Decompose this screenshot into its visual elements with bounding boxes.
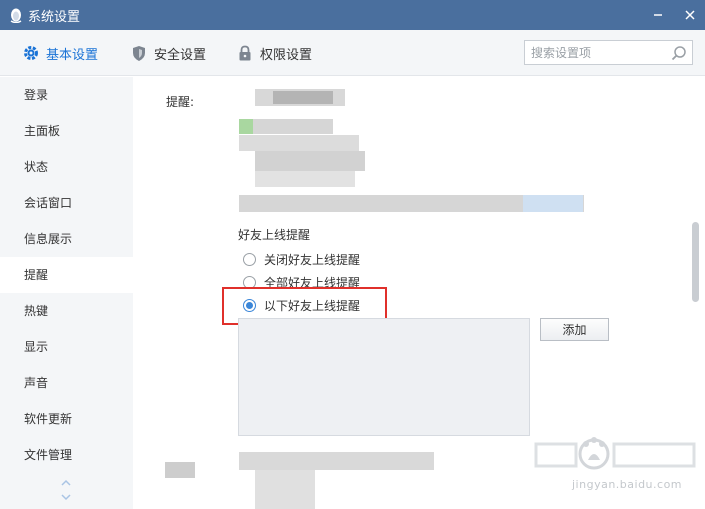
sidebar-item-reminder[interactable]: 提醒 <box>0 257 133 293</box>
penguin-icon <box>8 6 24 24</box>
search-box[interactable] <box>524 40 693 65</box>
friend-online-title: 好友上线提醒 <box>238 228 311 242</box>
sidebar-scroll-arrows[interactable] <box>58 475 74 505</box>
chevron-up-down-icon <box>61 479 71 501</box>
close-button[interactable] <box>681 6 699 24</box>
window-title: 系统设置 <box>28 9 81 25</box>
sidebar-item-file-management[interactable]: 文件管理 <box>0 437 133 473</box>
lock-icon <box>236 44 254 62</box>
sidebar: 登录 主面板 状态 会话窗口 信息展示 提醒 热键 显示 声音 软件更新 文件管… <box>0 77 133 509</box>
search-icon[interactable] <box>671 45 687 61</box>
radio-disable-online-reminder[interactable]: 关闭好友上线提醒 <box>243 250 360 268</box>
radio-button[interactable] <box>243 252 256 266</box>
tab-basic-settings[interactable]: 基本设置 <box>22 30 98 76</box>
sidebar-item-software-update[interactable]: 软件更新 <box>0 401 133 437</box>
minimize-icon <box>654 14 662 16</box>
friend-list-box[interactable] <box>238 318 530 436</box>
radio-label: 关闭好友上线提醒 <box>264 252 361 267</box>
sidebar-item-display[interactable]: 显示 <box>0 329 133 365</box>
sidebar-item-status[interactable]: 状态 <box>0 149 133 185</box>
shield-icon <box>130 44 148 62</box>
tab-label: 基本设置 <box>46 47 99 63</box>
sidebar-item-sound[interactable]: 声音 <box>0 365 133 401</box>
content-scrollbar[interactable] <box>692 222 699 302</box>
sidebar-item-info-display[interactable]: 信息展示 <box>0 221 133 257</box>
sidebar-item-login[interactable]: 登录 <box>0 77 133 113</box>
watermark-text: jingyan.baidu.com <box>572 478 683 491</box>
tab-permission-settings[interactable]: 权限设置 <box>236 30 312 76</box>
gear-icon <box>22 44 40 62</box>
reminder-label: 提醒: <box>166 95 195 109</box>
tab-label: 安全设置 <box>154 47 207 63</box>
add-button[interactable]: 添加 <box>540 318 609 341</box>
sidebar-item-chat-window[interactable]: 会话窗口 <box>0 185 133 221</box>
sidebar-item-main-panel[interactable]: 主面板 <box>0 113 133 149</box>
tab-security-settings[interactable]: 安全设置 <box>130 30 206 76</box>
close-icon <box>685 10 695 20</box>
minimize-button[interactable] <box>649 6 667 24</box>
settings-tab-bar: 基本设置 安全设置 权限设置 <box>0 30 705 76</box>
sidebar-item-hotkeys[interactable]: 热键 <box>0 293 133 329</box>
search-input[interactable] <box>531 41 671 64</box>
title-bar: 系统设置 <box>0 0 705 30</box>
tab-label: 权限设置 <box>260 47 313 63</box>
